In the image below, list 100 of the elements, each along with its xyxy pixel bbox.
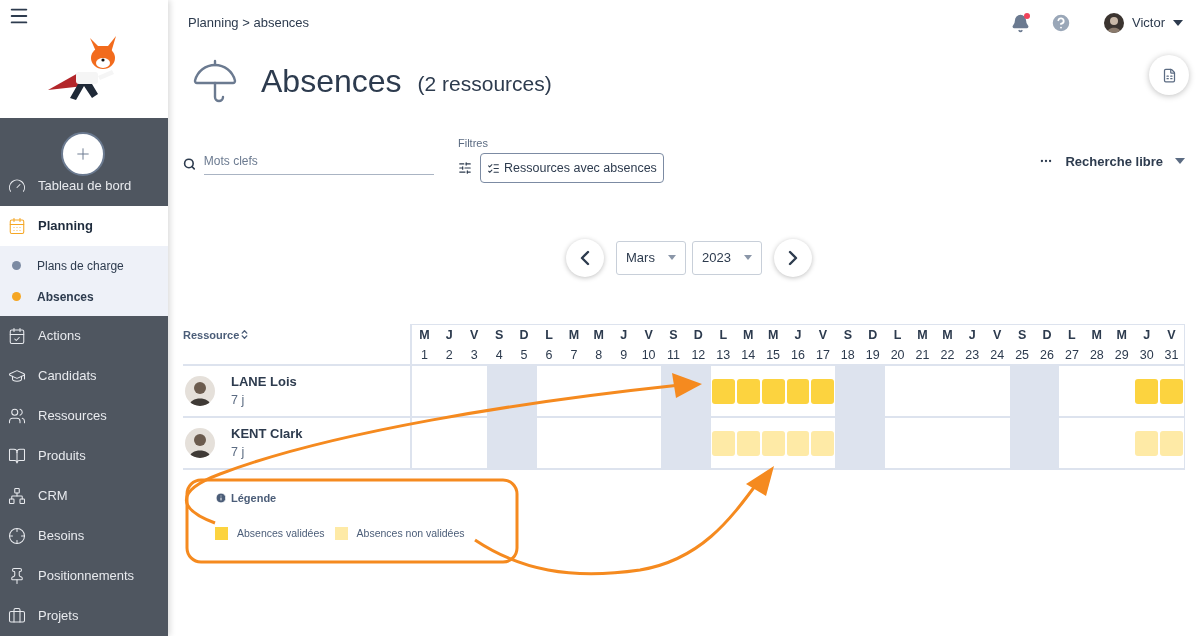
day-number: 30 bbox=[1139, 347, 1154, 364]
day-number: 18 bbox=[840, 347, 855, 364]
weekday-letter: S bbox=[1017, 327, 1027, 344]
weekday-letter: J bbox=[794, 327, 802, 344]
day-number: 13 bbox=[716, 347, 731, 364]
day-number: 27 bbox=[1064, 347, 1079, 364]
page-title: Absences bbox=[261, 62, 402, 101]
weekday-letter: L bbox=[1068, 327, 1076, 344]
weekday-letter: J bbox=[445, 327, 453, 344]
graduation-cap-icon bbox=[8, 367, 26, 385]
spreadsheet-file-icon bbox=[1161, 67, 1177, 83]
weekday-letter: S bbox=[669, 327, 678, 344]
dropdown-caret-icon bbox=[668, 255, 676, 260]
notification-bell-icon[interactable] bbox=[1011, 13, 1030, 33]
user-avatar bbox=[1104, 13, 1124, 33]
sidebar-item[interactable]: Besoins bbox=[0, 516, 168, 556]
day-number: 21 bbox=[915, 347, 930, 364]
users-icon bbox=[8, 407, 26, 425]
caret-icon[interactable] bbox=[1173, 20, 1183, 26]
dropdown-caret-icon bbox=[744, 255, 752, 260]
absence-block[interactable] bbox=[711, 378, 735, 404]
weekday-letter: L bbox=[893, 327, 902, 344]
day-number: 26 bbox=[1040, 347, 1054, 364]
absence-block[interactable] bbox=[736, 430, 760, 456]
weekday-letter: M bbox=[942, 327, 953, 344]
sidebar-item[interactable]: Candidats bbox=[0, 356, 168, 396]
weekday-letter: V bbox=[1167, 327, 1176, 344]
sidebar-item[interactable]: Tableau de bord bbox=[0, 166, 168, 206]
day-number: 5 bbox=[520, 347, 528, 364]
add-button[interactable] bbox=[61, 132, 105, 176]
filters-label: Filtres bbox=[458, 135, 489, 151]
absence-block[interactable] bbox=[761, 430, 785, 456]
weekday-letter: M bbox=[1091, 327, 1103, 344]
absence-block[interactable] bbox=[711, 430, 735, 456]
sidebar-item[interactable]: Planning bbox=[0, 206, 168, 246]
absence-block[interactable] bbox=[1135, 378, 1159, 404]
export-button[interactable] bbox=[1149, 55, 1189, 95]
sidebar-item[interactable]: Produits bbox=[0, 436, 168, 476]
book-icon bbox=[8, 447, 26, 465]
weekday-letter: J bbox=[1143, 327, 1151, 344]
weekday-letter: L bbox=[719, 327, 728, 344]
legend-title: Légende bbox=[231, 491, 277, 506]
weekday-letter: M bbox=[742, 327, 754, 344]
sidebar-item[interactable]: CRM bbox=[0, 476, 168, 516]
day-number: 16 bbox=[791, 347, 805, 364]
crosshair-icon bbox=[8, 527, 26, 545]
filter-chip[interactable]: Ressources avec absences bbox=[480, 153, 664, 183]
sidebar-subitem[interactable]: Absences bbox=[0, 281, 168, 312]
info-icon bbox=[215, 492, 227, 505]
sidebar-item[interactable]: Positionnements bbox=[0, 556, 168, 596]
pin-icon bbox=[8, 567, 26, 585]
user-name[interactable]: Victor bbox=[1132, 13, 1165, 33]
day-number: 3 bbox=[470, 347, 478, 364]
calendar-icon bbox=[8, 217, 26, 235]
free-search-dropdown[interactable]: Recherche libre bbox=[1065, 151, 1163, 171]
day-number: 9 bbox=[620, 347, 628, 364]
previous-button[interactable] bbox=[566, 238, 604, 277]
absence-block[interactable] bbox=[1135, 430, 1159, 456]
absence-block[interactable] bbox=[1160, 378, 1183, 404]
legend-label: Absences validées bbox=[237, 525, 325, 541]
weekday-letter: M bbox=[1116, 327, 1127, 344]
sidebar-subitem[interactable]: Plans de charge bbox=[0, 250, 168, 281]
month-select[interactable]: Mars bbox=[616, 240, 686, 275]
day-number: 29 bbox=[1114, 347, 1129, 364]
search-field[interactable]: Mots clefs bbox=[203, 152, 434, 175]
day-number: 28 bbox=[1089, 347, 1104, 364]
absence-block[interactable] bbox=[811, 430, 835, 456]
calendar-icon bbox=[8, 327, 26, 345]
weekday-letter: D bbox=[693, 327, 703, 344]
day-number: 7 bbox=[570, 347, 578, 364]
weekday-letter: J bbox=[620, 327, 628, 344]
weekday-letter: S bbox=[843, 327, 852, 344]
sidebar-item[interactable]: Actions bbox=[0, 316, 168, 356]
year-select[interactable]: 2023 bbox=[692, 240, 762, 275]
resource-name: KENT Clark bbox=[231, 424, 303, 443]
umbrella-icon bbox=[191, 57, 239, 105]
day-number: 11 bbox=[667, 347, 680, 364]
sliders-icon[interactable] bbox=[458, 161, 472, 175]
absence-block[interactable] bbox=[1160, 430, 1183, 456]
weekday-letter: V bbox=[470, 327, 479, 344]
column-header[interactable]: Ressource bbox=[183, 327, 240, 344]
sidebar-item[interactable]: Ressources bbox=[0, 396, 168, 436]
absence-block[interactable] bbox=[786, 378, 810, 404]
day-number: 31 bbox=[1164, 347, 1179, 364]
day-number: 10 bbox=[641, 347, 656, 364]
next-button[interactable] bbox=[774, 238, 812, 277]
absence-block[interactable] bbox=[736, 378, 760, 404]
network-icon bbox=[8, 487, 26, 505]
help-icon[interactable] bbox=[1050, 12, 1072, 34]
weekday-letter: V bbox=[644, 327, 653, 344]
absence-block[interactable] bbox=[761, 378, 785, 404]
resource-count: (2 ressources) bbox=[417, 71, 552, 98]
absence-block[interactable] bbox=[786, 430, 810, 456]
weekday-letter: M bbox=[568, 327, 580, 344]
day-number: 22 bbox=[940, 347, 955, 364]
caret-icon[interactable] bbox=[1175, 158, 1185, 165]
day-number: 8 bbox=[595, 347, 603, 364]
absence-block[interactable] bbox=[811, 378, 835, 404]
weekday-letter: D bbox=[1042, 327, 1052, 344]
sidebar-item[interactable]: Projets bbox=[0, 596, 168, 636]
